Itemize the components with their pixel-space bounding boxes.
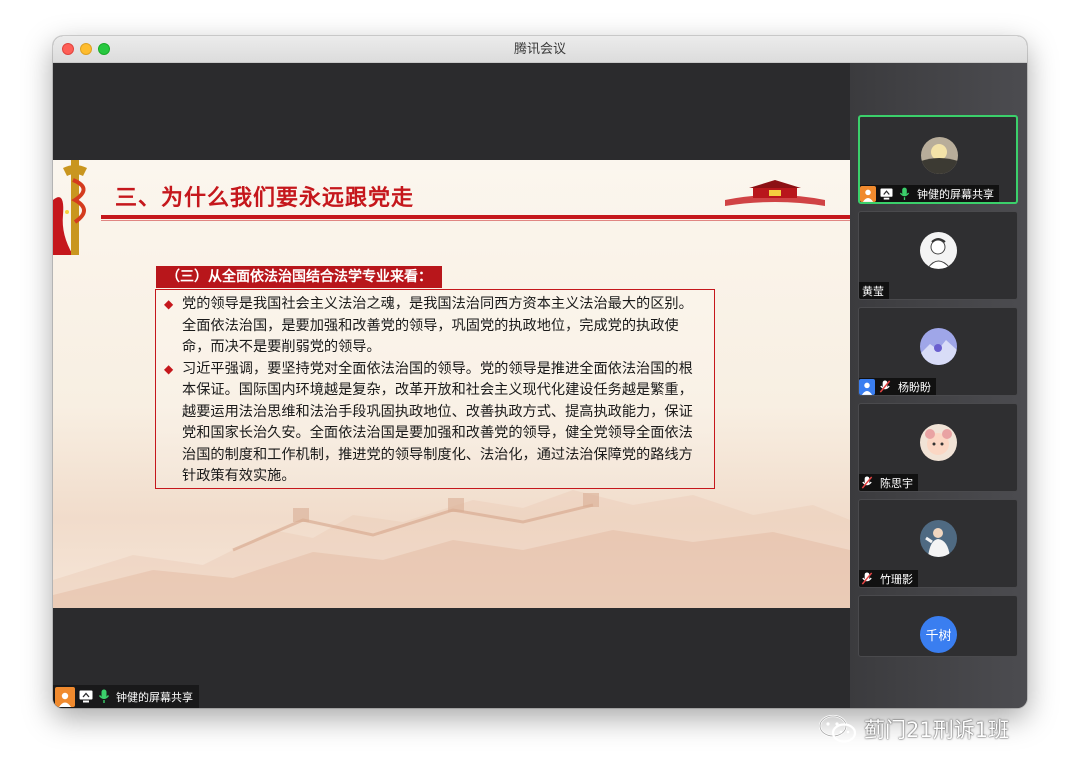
section-subheading: （三）从全面依法治国结合法学专业来看：	[156, 266, 442, 288]
screen-share-icon	[878, 186, 894, 202]
participant-name: 钟健的屏幕共享	[917, 187, 994, 201]
shared-screen-stage[interactable]: 三、为什么我们要永远跟党走 （三）从全面依法治国结合法学专业来看： 党的领导是我…	[53, 63, 850, 708]
microphone-muted-icon	[877, 379, 893, 395]
participant-name: 黄莹	[862, 284, 884, 298]
participant-tile[interactable]: 黄莹	[858, 211, 1018, 300]
user-avatar-icon	[859, 378, 875, 395]
participant-name: 陈思宇	[880, 476, 913, 490]
watermark-text: 蓟门21刑诉1班	[864, 718, 1010, 742]
avatar	[920, 520, 957, 557]
tiananmen-icon	[725, 180, 825, 206]
participant-label: 黄莹	[859, 282, 889, 299]
user-avatar-icon	[860, 185, 876, 202]
participant-tile[interactable]: 陈思宇	[858, 403, 1018, 492]
participant-sidebar[interactable]: 钟健的屏幕共享 黄莹 杨盼盼 陈思宇 竹珊影 千树	[850, 63, 1027, 708]
wechat-icon	[818, 714, 857, 743]
title-underline-thin	[101, 220, 850, 221]
participant-name: 竹珊影	[880, 572, 913, 586]
participant-tile[interactable]: 钟健的屏幕共享	[858, 115, 1018, 204]
microphone-muted-icon	[859, 571, 875, 587]
participant-label: 杨盼盼	[859, 378, 936, 395]
microphone-on-icon	[96, 689, 112, 705]
share-badge-label: 钟健的屏幕共享	[116, 690, 193, 704]
participant-tile[interactable]: 竹珊影	[858, 499, 1018, 588]
slide-title: 三、为什么我们要永远跟党走	[115, 186, 415, 211]
avatar: 千树	[920, 616, 957, 653]
title-underline	[101, 215, 850, 219]
microphone-muted-icon	[859, 475, 875, 491]
avatar	[920, 232, 957, 269]
avatar	[921, 137, 958, 174]
screen-share-badge: 钟健的屏幕共享	[53, 685, 199, 708]
participant-label: 竹珊影	[859, 570, 918, 587]
participant-label: 陈思宇	[859, 474, 918, 491]
participant-name: 杨盼盼	[898, 380, 931, 394]
title-bar: 腾讯会议	[53, 36, 1027, 63]
content-box: 党的领导是我国社会主义法治之魂，是我国法治同西方资本主义法治最大的区别。全面依法…	[155, 289, 715, 489]
window-title: 腾讯会议	[513, 42, 566, 57]
microphone-on-icon	[896, 186, 912, 202]
bullet-item: 习近平强调，要坚持党对全面依法治国的领导。党的领导是推进全面依法治国的根本保证。…	[164, 359, 706, 488]
meeting-window: 腾讯会议 三、为什么我们要永远跟党走 （三）从全面依法治国结合法学专业来看： ◆…	[53, 36, 1027, 708]
participant-label: 钟健的屏幕共享	[860, 185, 999, 202]
user-avatar-icon	[55, 686, 75, 707]
presentation-slide: 三、为什么我们要永远跟党走 （三）从全面依法治国结合法学专业来看： 党的领导是我…	[53, 160, 850, 608]
participant-tile[interactable]: 杨盼盼	[858, 307, 1018, 396]
avatar	[920, 328, 957, 365]
screen-share-icon	[78, 689, 94, 705]
avatar	[920, 424, 957, 461]
participant-tile[interactable]: 千树	[858, 595, 1018, 657]
huabiao-pillar-icon	[53, 160, 87, 255]
bullet-item: 党的领导是我国社会主义法治之魂，是我国法治同西方资本主义法治最大的区别。全面依法…	[164, 294, 706, 359]
wechat-watermark: 蓟门21刑诉1班	[818, 712, 1009, 746]
